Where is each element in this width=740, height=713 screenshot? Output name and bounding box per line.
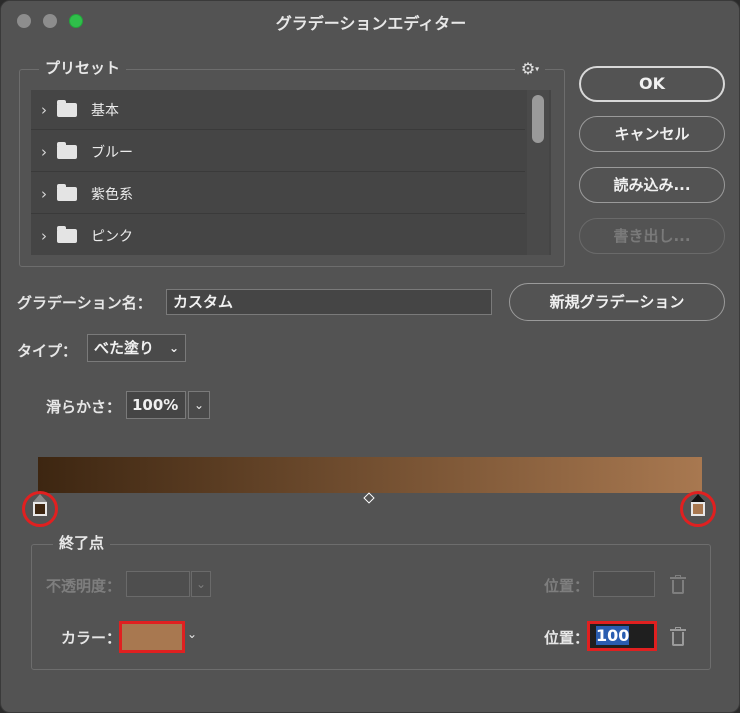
gradient-name-input[interactable]: カスタム (166, 289, 492, 315)
opacity-label: 不透明度： (46, 577, 122, 595)
preset-folder-basic[interactable]: › 基本 (31, 90, 525, 130)
preset-folder-label: ブルー (91, 144, 133, 161)
endpoint-legend: 終了点 (53, 532, 111, 553)
gradient-preview-bar[interactable] (38, 457, 702, 493)
chevron-right-icon[interactable]: › (31, 143, 57, 161)
trash-icon[interactable] (670, 627, 686, 646)
color-position-label: 位置： (544, 629, 590, 647)
opacity-position-input (593, 571, 655, 597)
preset-folder-purple[interactable]: › 紫色系 (31, 174, 525, 214)
chevron-right-icon[interactable]: › (31, 101, 57, 119)
gear-icon[interactable]: ⚙▾ (515, 59, 545, 79)
load-button[interactable]: 読み込み... (579, 167, 725, 203)
color-stop-start[interactable] (33, 494, 47, 516)
ok-button[interactable]: OK (579, 66, 725, 102)
smoothness-dropdown[interactable]: ⌄ (188, 391, 210, 419)
opacity-dropdown: ⌄ (191, 571, 211, 597)
type-label: タイプ： (17, 342, 78, 360)
preset-folder-pink[interactable]: › ピンク (31, 216, 525, 255)
color-label: カラー： (61, 629, 122, 647)
smoothness-label: 滑らかさ： (46, 398, 122, 416)
chevron-down-icon: ▾ (535, 64, 540, 74)
preset-folder-label: ピンク (91, 228, 133, 245)
window-title: グラデーションエディター (275, 14, 467, 33)
folder-icon (57, 99, 77, 117)
opacity-position-label: 位置： (544, 577, 590, 595)
stop-pointer (691, 494, 705, 502)
chevron-right-icon[interactable]: › (31, 185, 57, 203)
chevron-down-icon[interactable]: ⌄ (187, 627, 197, 641)
export-button: 書き出し... (579, 218, 725, 254)
chevron-down-icon: ⌄ (195, 577, 207, 591)
preset-legend: プリセット (39, 57, 127, 78)
gradient-midpoint-diamond[interactable] (363, 492, 375, 504)
chevron-down-icon: ⌄ (168, 341, 179, 355)
folder-icon (57, 183, 77, 201)
cancel-button[interactable]: キャンセル (579, 116, 725, 152)
gradient-name-label: グラデーション名： (17, 294, 152, 312)
preset-scrollbar-thumb[interactable] (532, 95, 544, 143)
color-position-input[interactable]: 100 (587, 621, 657, 651)
folder-icon (57, 141, 77, 159)
title-bar: グラデーションエディター (1, 1, 739, 41)
preset-list[interactable]: › 基本 › ブルー › 紫色系 › ピンク (31, 90, 551, 255)
preset-folder-blue[interactable]: › ブルー (31, 132, 525, 172)
stop-pointer (33, 494, 47, 502)
chevron-right-icon[interactable]: › (31, 227, 57, 245)
new-gradient-button[interactable]: 新規グラデーション (509, 283, 725, 321)
preset-folder-label: 紫色系 (91, 186, 133, 203)
stop-swatch (691, 502, 705, 516)
folder-icon (57, 225, 77, 243)
color-position-value: 100 (596, 626, 630, 645)
color-stop-end[interactable] (691, 494, 705, 516)
opacity-input (126, 571, 190, 597)
preset-folder-label: 基本 (91, 102, 119, 119)
type-select-value: べた塗り (94, 339, 155, 357)
color-swatch[interactable] (119, 621, 185, 653)
gradient-editor-window: グラデーションエディター プリセット ⚙▾ › 基本 › ブルー › 紫色系 ›… (0, 0, 740, 713)
type-select[interactable]: べた塗り ⌄ (87, 334, 186, 362)
chevron-down-icon: ⌄ (193, 398, 205, 412)
smoothness-input[interactable]: 100% (126, 391, 186, 419)
stop-swatch (33, 502, 47, 516)
trash-icon (670, 575, 686, 594)
